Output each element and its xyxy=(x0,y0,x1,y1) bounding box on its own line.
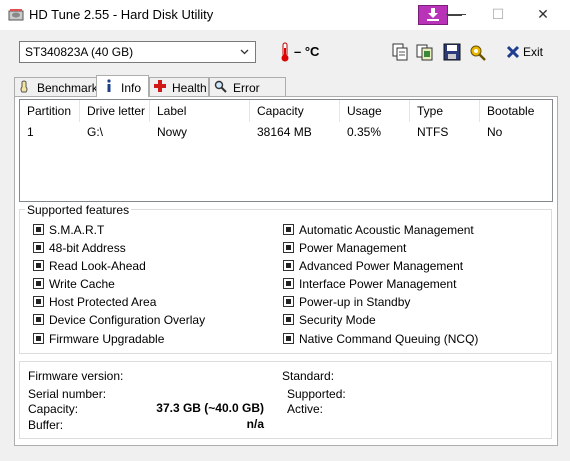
drive-select[interactable]: ST340823A (40 GB) xyxy=(19,41,256,63)
exit-label: Exit xyxy=(523,45,544,59)
hard-disk-icon xyxy=(8,9,24,21)
feature-indicator xyxy=(283,260,294,271)
supported-label: Supported: xyxy=(287,387,346,401)
tab-error-scan[interactable]: Error Scan xyxy=(209,77,286,109)
feature-label: 48-bit Address xyxy=(49,241,126,255)
feature-label: Interface Power Management xyxy=(299,277,457,291)
feature-label: Advanced Power Management xyxy=(299,259,464,273)
feature-indicator xyxy=(33,296,44,307)
column-header[interactable]: Partition xyxy=(20,100,80,122)
feature-label: Security Mode xyxy=(299,313,376,327)
tab-info[interactable]: Info xyxy=(96,75,149,97)
table-cell: 1 xyxy=(27,125,34,139)
copy-icon[interactable] xyxy=(390,42,410,62)
minimize-button[interactable]: — xyxy=(432,0,478,30)
column-header[interactable]: Bootable xyxy=(480,100,552,122)
feature-label: Power Management xyxy=(299,241,407,255)
feature-indicator xyxy=(283,224,294,235)
partition-table: Partition Drive letter Label Capacity Us… xyxy=(19,99,553,202)
table-cell: NTFS xyxy=(417,125,449,139)
options-icon[interactable] xyxy=(468,42,488,62)
feature-indicator xyxy=(283,242,294,253)
info-icon xyxy=(107,79,111,92)
buffer-value: n/a xyxy=(246,417,264,431)
feature-indicator xyxy=(283,296,294,307)
supported-features-title: Supported features xyxy=(25,203,132,217)
feature-label: Firmware Upgradable xyxy=(49,332,165,346)
temperature-readout: – °C xyxy=(294,44,320,59)
chevron-down-icon xyxy=(240,49,249,55)
feature-indicator xyxy=(33,260,44,271)
title-bar: HD Tune 2.55 - Hard Disk Utility — ☐ ✕ xyxy=(0,0,570,30)
tab-health[interactable]: Health xyxy=(149,77,209,96)
maximize-button[interactable]: ☐ xyxy=(475,0,521,30)
feature-indicator xyxy=(283,333,294,344)
save-icon[interactable] xyxy=(442,42,462,62)
capacity-value: 37.3 GB (~40.0 GB) xyxy=(156,401,264,415)
feature-label: Read Look-Ahead xyxy=(49,259,146,273)
feature-label: Host Protected Area xyxy=(49,295,157,309)
tab-benchmark[interactable]: Benchmark xyxy=(14,77,98,96)
copy-all-icon[interactable] xyxy=(415,42,435,62)
active-label: Active: xyxy=(287,402,324,416)
table-cell: G:\ xyxy=(87,125,104,139)
feature-label: S.M.A.R.T xyxy=(49,223,105,237)
tab-info-label: Info xyxy=(121,81,142,95)
tab-health-label: Health xyxy=(172,81,207,95)
column-header[interactable]: Type xyxy=(410,100,480,122)
feature-indicator xyxy=(33,278,44,289)
close-button[interactable]: ✕ xyxy=(520,0,566,30)
drive-select-value: ST340823A (40 GB) xyxy=(25,45,134,59)
feature-label: Automatic Acoustic Management xyxy=(299,223,474,237)
feature-label: Power-up in Standby xyxy=(299,295,411,309)
feature-indicator xyxy=(283,314,294,325)
table-cell: 0.35% xyxy=(347,125,382,139)
thermometer-icon xyxy=(281,42,289,62)
firmware-label: Firmware version: xyxy=(28,369,124,383)
capacity-label: Capacity: xyxy=(28,402,79,416)
feature-indicator xyxy=(33,224,44,235)
feature-indicator xyxy=(283,278,294,289)
buffer-label: Buffer: xyxy=(28,418,64,432)
feature-label: Write Cache xyxy=(49,277,115,291)
window-title: HD Tune 2.55 - Hard Disk Utility xyxy=(29,7,214,22)
serial-label: Serial number: xyxy=(28,387,107,401)
table-cell: Nowy xyxy=(157,125,188,139)
benchmark-icon xyxy=(20,80,28,93)
feature-indicator xyxy=(33,242,44,253)
exit-x-icon xyxy=(506,45,520,59)
feature-indicator xyxy=(33,314,44,325)
column-header[interactable]: Capacity xyxy=(250,100,340,122)
feature-label: Native Command Queuing (NCQ) xyxy=(299,332,479,346)
column-header[interactable]: Usage xyxy=(340,100,410,122)
column-header[interactable]: Label xyxy=(150,100,250,122)
feature-indicator xyxy=(33,333,44,344)
tab-benchmark-label: Benchmark xyxy=(37,81,98,95)
table-cell: No xyxy=(487,125,503,139)
magnifier-icon xyxy=(214,80,227,93)
column-header[interactable]: Drive letter xyxy=(80,100,150,122)
health-cross-icon xyxy=(154,80,166,92)
table-cell: 38164 MB xyxy=(257,125,312,139)
feature-label: Device Configuration Overlay xyxy=(49,313,206,327)
standard-label: Standard: xyxy=(282,369,335,383)
